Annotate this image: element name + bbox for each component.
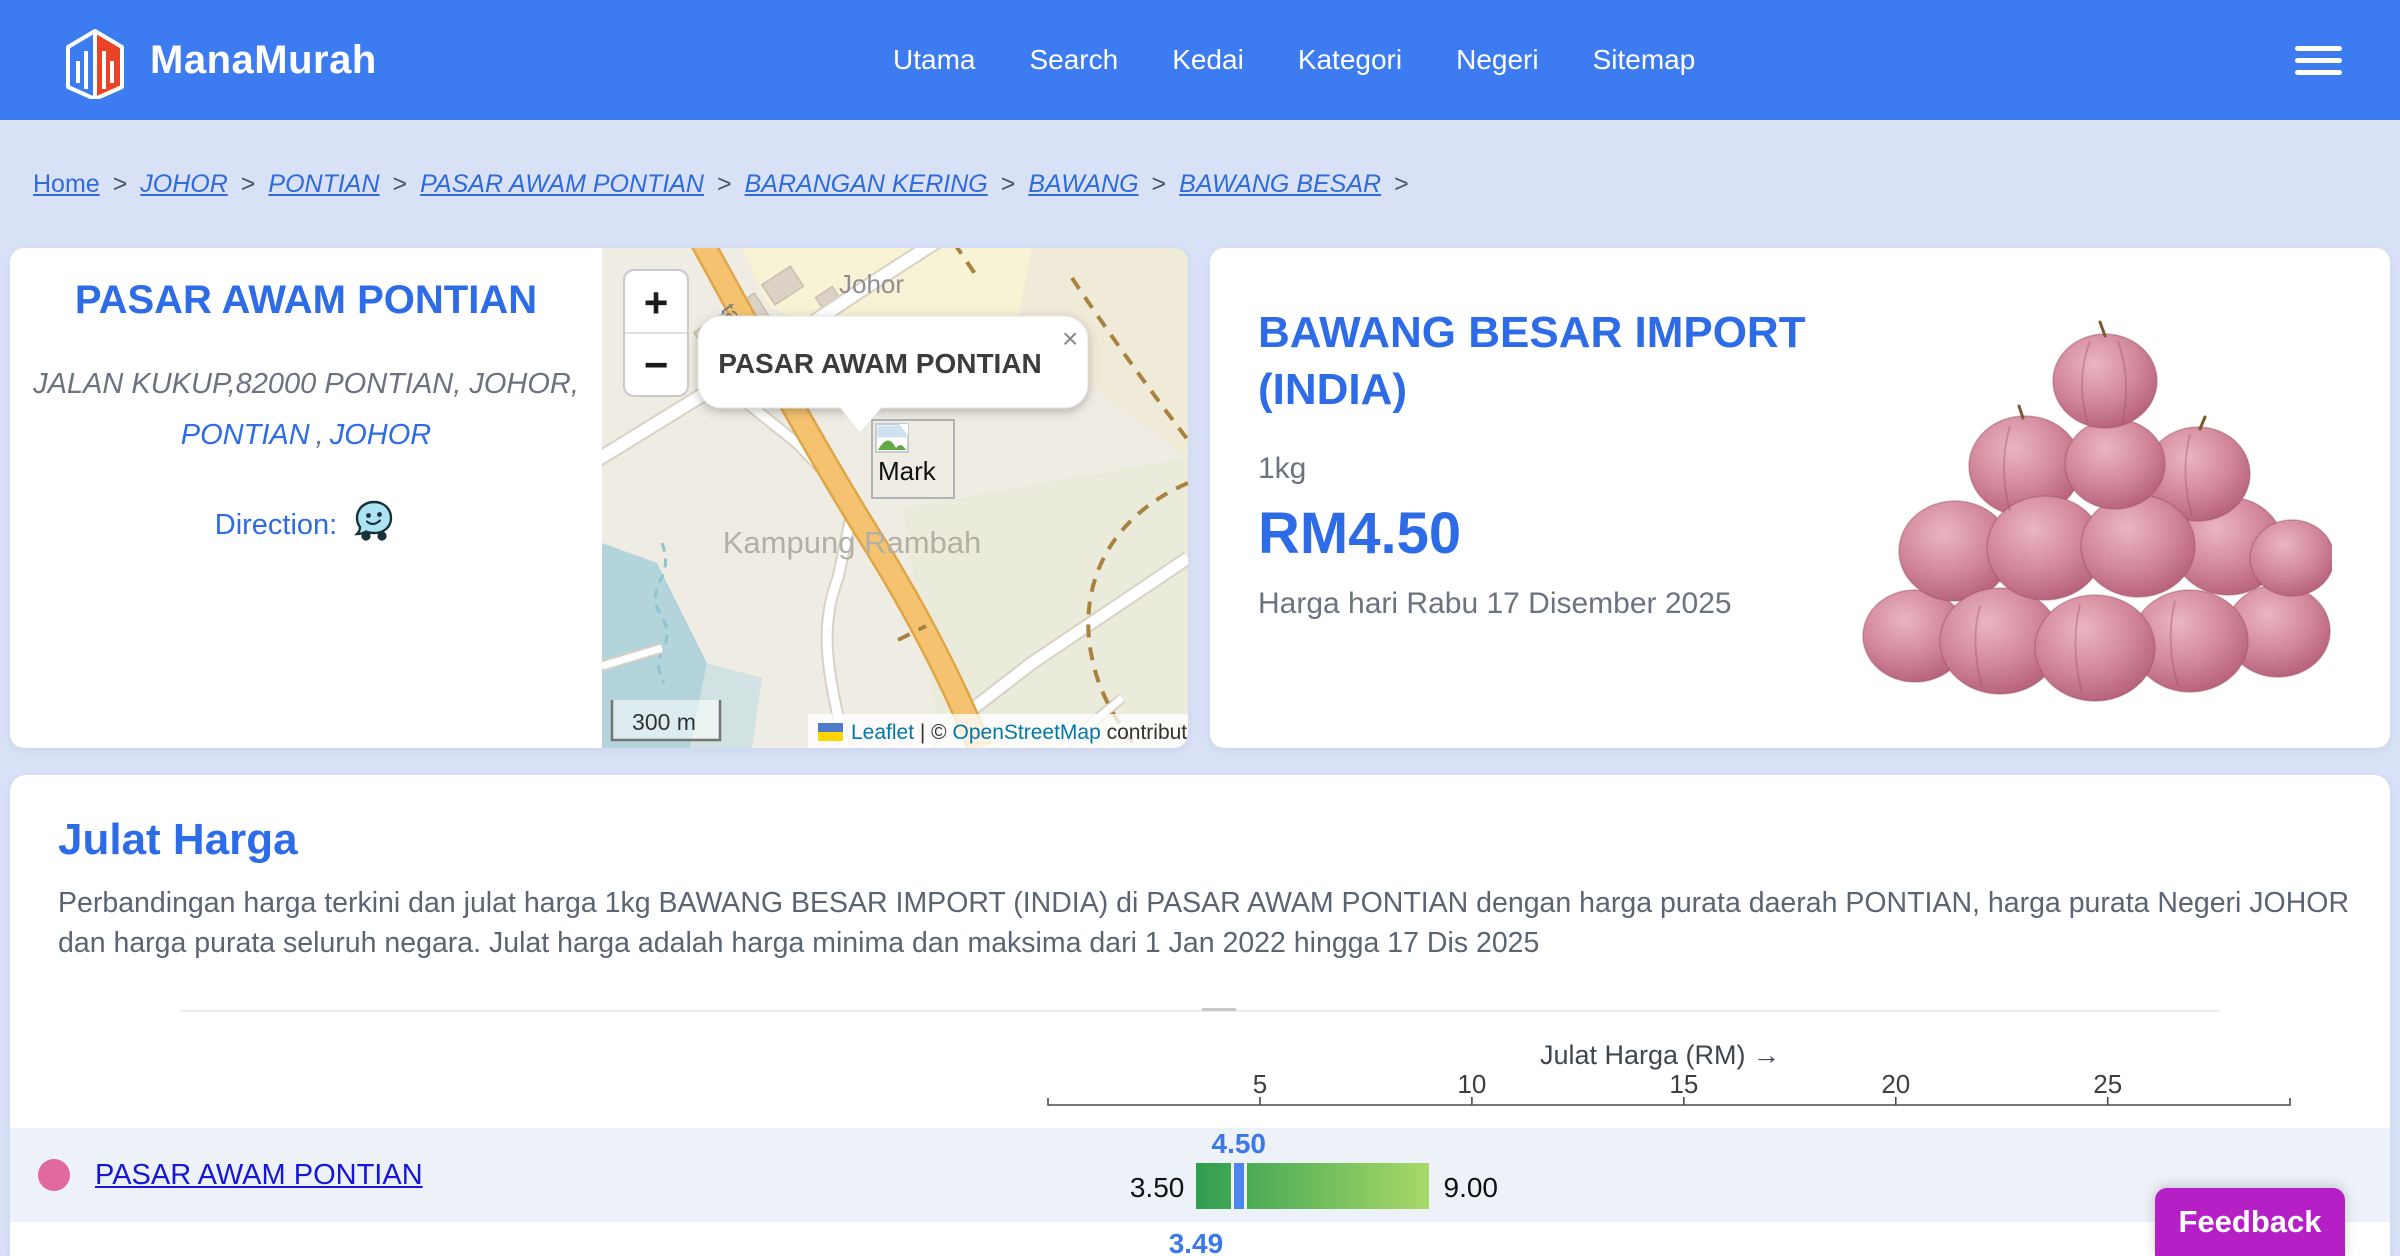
nav-item-search[interactable]: Search xyxy=(1029,44,1118,76)
direction-label: Direction: xyxy=(214,508,338,541)
map-attribution: Leaflet | © OpenStreetMap contributors xyxy=(808,714,1188,748)
current-price-marker xyxy=(1230,1163,1247,1209)
map-zoom-control: + − xyxy=(623,269,689,397)
zoom-in-button[interactable]: + xyxy=(644,279,669,326)
map-scale: 300 m xyxy=(610,700,722,742)
nav-item-utama[interactable]: Utama xyxy=(893,44,975,76)
district-link[interactable]: PONTIAN xyxy=(181,419,310,451)
hamburger-menu-button[interactable] xyxy=(2295,46,2342,75)
osm-link[interactable]: OpenStreetMap xyxy=(953,721,1101,744)
axis-title: Julat Harga (RM) → xyxy=(1539,1040,1781,1070)
map[interactable]: Johor Kampung Rambah tama Mark PASAR AWA… xyxy=(602,248,1188,748)
main-menu: Utama Search Kedai Kategori Negeri Sitemap xyxy=(893,0,1695,120)
attribution-separator: | © xyxy=(914,721,952,744)
marker-alt-text: Mark xyxy=(878,456,937,486)
product-image: PriceCatcher xyxy=(1860,296,2335,728)
legend-dot xyxy=(38,1159,70,1191)
svg-text:Leaflet | © OpenStreetMap cont: Leaflet | © OpenStreetMap contributors xyxy=(851,721,1188,744)
direction-row: Direction: xyxy=(10,498,602,552)
next-row-value: 3.49 xyxy=(1168,1228,1224,1256)
product-card: BAWANG BESAR IMPORT (INDIA) 1kg RM4.50 H… xyxy=(1210,248,2390,748)
brand-name: ManaMurah xyxy=(150,37,377,82)
market-locality: PONTIAN, JOHOR xyxy=(10,419,602,452)
section-description: Perbandingan harga terkini dan julat har… xyxy=(58,887,2350,960)
breadcrumb-link[interactable]: BAWANG BESAR xyxy=(1179,170,1381,199)
market-row-link[interactable]: PASAR AWAM PONTIAN xyxy=(95,1128,423,1222)
market-info: PASAR AWAM PONTIAN JALAN KUKUP,82000 PON… xyxy=(10,248,602,748)
breadcrumb-separator: > xyxy=(717,169,732,198)
axis-tick-label: 20 xyxy=(1881,1069,1911,1099)
market-address: JALAN KUKUP,82000 PONTIAN, JOHOR, xyxy=(33,368,579,400)
nav-item-kategori[interactable]: Kategori xyxy=(1298,44,1402,76)
state-link[interactable]: JOHOR xyxy=(330,419,432,451)
current-price-label: 4.50 xyxy=(1211,1128,1267,1159)
nav-item-negeri[interactable]: Negeri xyxy=(1456,44,1538,76)
range-bar xyxy=(1196,1163,1430,1209)
breadcrumb-link[interactable]: PONTIAN xyxy=(268,170,379,199)
breadcrumb-separator: > xyxy=(240,169,256,198)
breadcrumb-separator: > xyxy=(112,169,128,198)
zoom-out-button[interactable]: − xyxy=(644,341,669,388)
section-title: Julat Harga xyxy=(58,815,298,864)
axis-tick-label: 15 xyxy=(1669,1069,1699,1099)
feedback-button[interactable]: Feedback xyxy=(2155,1188,2345,1256)
breadcrumb-home-link[interactable]: Home xyxy=(33,170,100,199)
scale-text: 300 m xyxy=(632,709,696,735)
breadcrumb-separator: > xyxy=(1394,169,1409,198)
ukraine-flag-icon xyxy=(818,723,843,741)
breadcrumb-separator: > xyxy=(392,169,408,198)
attribution-contributors: contributors xyxy=(1101,721,1188,744)
product-name: BAWANG BESAR IMPORT (INDIA) xyxy=(1258,308,1806,415)
price-range-panel: Julat Harga Perbandingan harga terkini d… xyxy=(10,775,2390,1256)
popup-title: PASAR AWAM PONTIAN xyxy=(718,348,1042,379)
waze-icon xyxy=(354,500,393,541)
breadcrumb-separator: > xyxy=(1000,169,1016,198)
range-min-label: 3.50 xyxy=(1129,1172,1185,1203)
waze-direction-link[interactable] xyxy=(351,498,397,552)
market-card: PASAR AWAM PONTIAN JALAN KUKUP,82000 PON… xyxy=(10,248,1188,748)
popup-close-button[interactable]: × xyxy=(1062,323,1078,354)
map-place-label: Kampung Rambah xyxy=(723,525,982,560)
hamburger-bar xyxy=(2295,70,2342,75)
brand[interactable]: ManaMurah xyxy=(56,0,377,120)
chart-divider xyxy=(180,1008,2220,1012)
breadcrumb-link[interactable]: BAWANG xyxy=(1028,170,1138,199)
axis-tick-label: 10 xyxy=(1457,1069,1487,1099)
axis-tick-label: 25 xyxy=(2093,1069,2123,1099)
breadcrumb-link[interactable]: PASAR AWAM PONTIAN xyxy=(420,170,704,199)
leaflet-link[interactable]: Leaflet xyxy=(851,721,914,744)
market-name: PASAR AWAM PONTIAN xyxy=(74,278,538,322)
navbar: ManaMurah Utama Search Kedai Kategori Negeri… xyxy=(0,0,2400,120)
broken-image-icon xyxy=(875,423,909,453)
map-area-label: Johor xyxy=(839,269,904,299)
breadcrumb: Home > JOHOR > PONTIAN > PASAR AWAM PONTIAN > BA… xyxy=(0,120,2400,248)
manamurah-logo-icon xyxy=(66,29,124,99)
breadcrumb-link[interactable]: BARANGAN KERING xyxy=(745,170,988,199)
nav-item-kedai[interactable]: Kedai xyxy=(1172,44,1244,76)
hamburger-bar xyxy=(2295,46,2342,51)
range-max-label: 9.00 xyxy=(1443,1172,1499,1203)
nav-item-sitemap[interactable]: Sitemap xyxy=(1593,44,1696,76)
breadcrumb-separator: > xyxy=(1151,169,1167,198)
chart-row: PASAR AWAM PONTIAN xyxy=(10,1128,2390,1222)
axis-tick-label: 5 xyxy=(1252,1069,1268,1099)
breadcrumb-link[interactable]: JOHOR xyxy=(140,170,228,199)
hamburger-bar xyxy=(2295,58,2342,63)
comma: , xyxy=(315,419,324,452)
onions-photo xyxy=(1862,320,2335,702)
